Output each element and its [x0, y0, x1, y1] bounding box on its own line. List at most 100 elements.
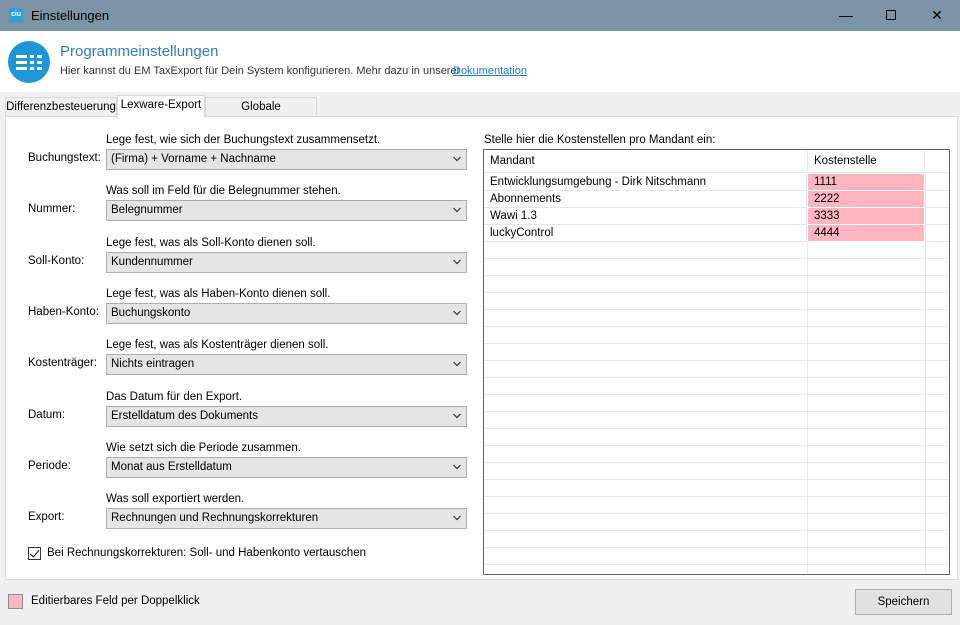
- chevron-down-icon: [453, 310, 461, 316]
- grid-line: [484, 309, 949, 310]
- field-combobox[interactable]: Kundennummer: [106, 252, 467, 273]
- grid-column-line: [925, 242, 926, 574]
- cell-kostenstelle[interactable]: 2222: [808, 191, 924, 208]
- app-icon: ciu: [9, 8, 23, 22]
- field-label: Export:: [28, 511, 65, 523]
- maximize-icon: [886, 10, 896, 20]
- chevron-down-icon: [453, 361, 461, 367]
- field-combobox[interactable]: Buchungskonto: [106, 303, 467, 324]
- field-label: Kostenträger:: [28, 357, 98, 369]
- field-label: Nummer:: [28, 203, 76, 215]
- column-header-mandant[interactable]: Mandant: [484, 150, 808, 173]
- grid-line: [484, 496, 949, 497]
- column-header-kostenstelle[interactable]: Kostenstelle: [808, 150, 925, 173]
- grid-line: [484, 394, 949, 395]
- swap-accounts-checkbox[interactable]: [28, 547, 41, 560]
- cell-mandant: Abonnements: [484, 191, 807, 208]
- checkmark-icon: [29, 547, 40, 558]
- table-row[interactable]: luckyControl 4444: [484, 225, 949, 242]
- grid-line: [484, 411, 949, 412]
- grid-line: [484, 530, 949, 531]
- em-logo-icon: [8, 41, 50, 83]
- field-hint: Wie setzt sich die Periode zusammen.: [106, 442, 301, 454]
- column-header-filler: [925, 150, 949, 173]
- grid-line: [484, 462, 949, 463]
- table-row[interactable]: Abonnements 2222: [484, 191, 949, 208]
- grid-line: [484, 275, 949, 276]
- cell-filler: [925, 208, 949, 225]
- field-hint: Lege fest, was als Kostenträger dienen s…: [106, 339, 329, 351]
- grid-line: [484, 343, 949, 344]
- close-button[interactable]: ✕: [914, 0, 960, 31]
- maximize-button[interactable]: [868, 0, 914, 31]
- chevron-down-icon: [453, 207, 461, 213]
- grid-line: [484, 377, 949, 378]
- field-combobox[interactable]: Erstelldatum des Dokuments: [106, 406, 467, 427]
- combobox-value: Belegnummer: [111, 204, 183, 216]
- chevron-down-icon: [453, 515, 461, 521]
- chevron-down-icon: [453, 156, 461, 162]
- chevron-down-icon: [453, 464, 461, 470]
- field-combobox[interactable]: Belegnummer: [106, 200, 467, 221]
- combobox-value: Buchungskonto: [111, 307, 191, 319]
- chevron-down-icon: [453, 259, 461, 265]
- field-combobox[interactable]: Rechnungen und Rechnungskorrekturen: [106, 508, 467, 529]
- field-label: Buchungstext:: [28, 152, 101, 164]
- page-title: Programmeinstellungen: [60, 43, 219, 60]
- grid-line: [484, 428, 949, 429]
- field-hint: Lege fest, wie sich der Buchungstext zus…: [106, 134, 381, 146]
- combobox-value: Rechnungen und Rechnungskorrekturen: [111, 512, 319, 524]
- grid-line: [484, 479, 949, 480]
- grid-line: [484, 326, 949, 327]
- editable-legend-swatch: [8, 594, 23, 609]
- editable-legend-text: Editierbares Feld per Doppelklick: [31, 595, 200, 607]
- cell-filler: [925, 191, 949, 208]
- cell-mandant: Entwicklungsumgebung - Dirk Nitschmann: [484, 174, 807, 191]
- field-label: Haben-Konto:: [28, 306, 99, 318]
- field-label: Soll-Konto:: [28, 255, 85, 267]
- cell-kostenstelle[interactable]: 4444: [808, 225, 924, 242]
- field-combobox[interactable]: (Firma) + Vorname + Nachname: [106, 149, 467, 170]
- title-bar: ciu Einstellungen — ✕: [0, 0, 960, 31]
- save-button[interactable]: Speichern: [855, 589, 952, 615]
- cell-mandant: Wawi 1.3: [484, 208, 807, 225]
- combobox-value: (Firma) + Vorname + Nachname: [111, 153, 276, 165]
- cell-kostenstelle[interactable]: 3333: [808, 208, 924, 225]
- cell-filler: [925, 174, 949, 191]
- field-label: Datum:: [28, 409, 66, 421]
- field-hint: Lege fest, was als Haben-Konto dienen so…: [106, 288, 331, 300]
- cell-filler: [925, 225, 949, 242]
- grid-column-line: [807, 242, 808, 574]
- window-title: Einstellungen: [31, 8, 110, 23]
- grid-line: [484, 513, 949, 514]
- documentation-link[interactable]: Dokumentation: [453, 65, 527, 77]
- grid-line: [484, 258, 949, 259]
- minimize-button[interactable]: —: [823, 0, 869, 31]
- grid-line: [484, 360, 949, 361]
- tab-globale-einstellungen[interactable]: Globale Einstellungen: [205, 97, 317, 131]
- header: Programmeinstellungen Hier kannst du EM …: [0, 31, 960, 92]
- field-label: Periode:: [28, 460, 71, 472]
- grid-line: [484, 445, 949, 446]
- combobox-value: Kundennummer: [111, 256, 193, 268]
- chevron-down-icon: [453, 413, 461, 419]
- cell-kostenstelle[interactable]: 1111: [808, 174, 924, 191]
- field-hint: Das Datum für den Export.: [106, 391, 243, 403]
- field-hint: Lege fest, was als Soll-Konto dienen sol…: [106, 237, 316, 249]
- combobox-value: Monat aus Erstelldatum: [111, 461, 232, 473]
- field-combobox[interactable]: Monat aus Erstelldatum: [106, 457, 467, 478]
- swap-accounts-label: Bei Rechnungskorrekturen: Soll- und Habe…: [47, 547, 366, 559]
- table-row[interactable]: Entwicklungsumgebung - Dirk Nitschmann 11…: [484, 174, 949, 191]
- kostenstellen-grid: Mandant Kostenstelle Entwicklungsumgebun…: [483, 149, 950, 575]
- combobox-value: Nichts eintragen: [111, 358, 195, 370]
- grid-line: [484, 564, 949, 565]
- tab-lexware-export[interactable]: Lexware-Export: [117, 95, 205, 118]
- field-hint: Was soll exportiert werden.: [106, 493, 245, 505]
- page-subtitle: Hier kannst du EM TaxExport für Dein Sys…: [60, 65, 461, 77]
- table-row[interactable]: Wawi 1.3 3333: [484, 208, 949, 225]
- grid-caption: Stelle hier die Kostenstellen pro Mandan…: [484, 134, 716, 146]
- grid-line: [484, 547, 949, 548]
- tab-differenzbesteuerung[interactable]: Differenzbesteuerung: [5, 97, 117, 117]
- grid-line: [484, 292, 949, 293]
- field-combobox[interactable]: Nichts eintragen: [106, 354, 467, 375]
